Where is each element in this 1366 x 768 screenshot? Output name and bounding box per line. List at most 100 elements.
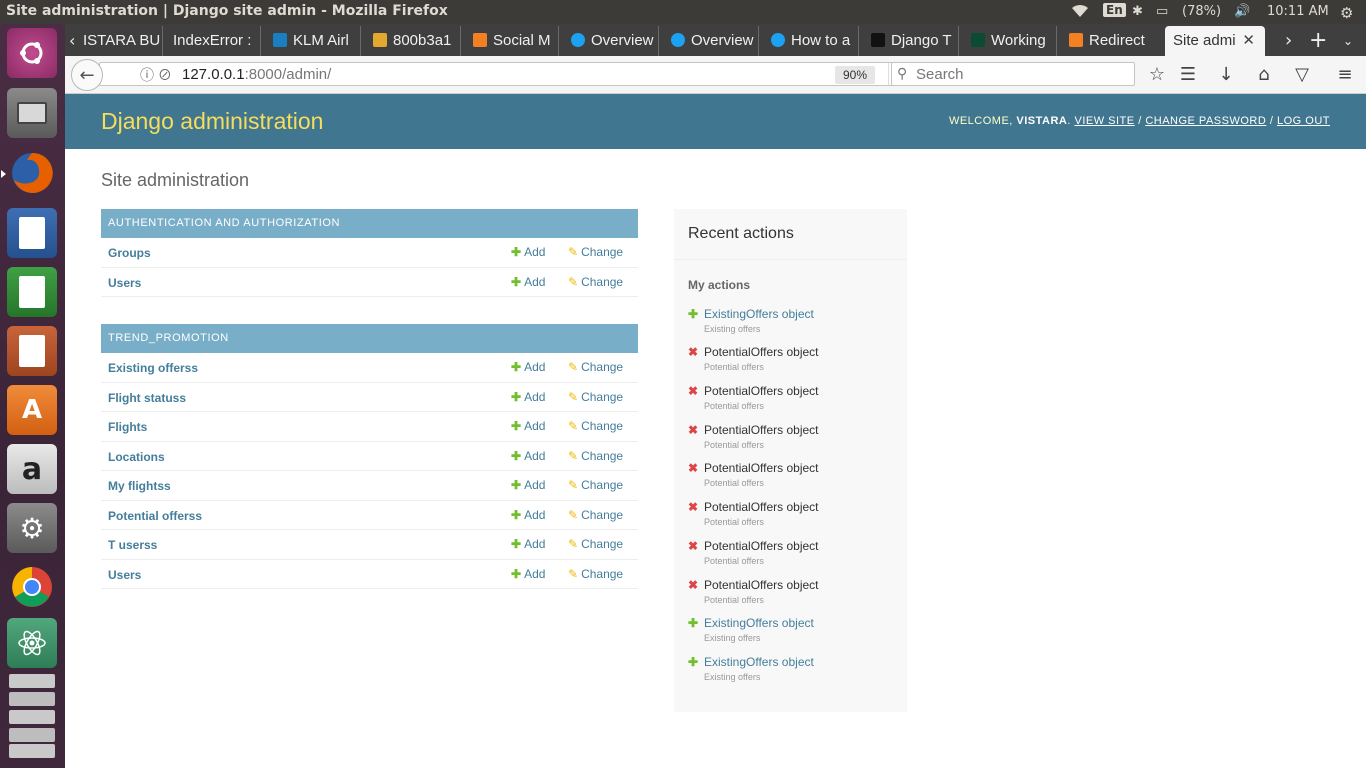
add-link[interactable]: ✚ Add: [511, 390, 545, 404]
model-link[interactable]: Groups: [108, 246, 151, 260]
tab-klm[interactable]: KLM Airl: [263, 26, 361, 56]
tab-label: IndexError :: [173, 32, 252, 49]
add-link[interactable]: ✚ Add: [511, 275, 545, 289]
zoom-level[interactable]: 90%: [835, 66, 875, 84]
view-site-link[interactable]: VIEW SITE: [1075, 115, 1135, 127]
change-link[interactable]: ✎ Change: [568, 567, 623, 581]
gear-icon[interactable]: ⚙: [1340, 4, 1353, 22]
tab-istara[interactable]: ISTARA BU: [83, 26, 163, 56]
bookmark-star-icon[interactable]: ☆: [1146, 64, 1168, 85]
change-link[interactable]: ✎ Change: [568, 419, 623, 433]
close-tab-icon[interactable]: ✕: [1242, 26, 1255, 56]
pocket-icon[interactable]: ▽: [1291, 64, 1313, 85]
change-link[interactable]: ✎ Change: [568, 537, 623, 551]
tab-scroll-left-icon[interactable]: ‹: [69, 26, 75, 56]
change-link[interactable]: ✎ Change: [568, 275, 623, 289]
tab-overview-1[interactable]: Overview: [561, 26, 659, 56]
reading-list-icon[interactable]: ☰: [1177, 64, 1199, 85]
url-bar[interactable]: ⓘ ⊘ 127.0.0.1:8000/admin/ 90% ↻: [99, 62, 919, 86]
add-link[interactable]: ✚ Add: [511, 419, 545, 433]
add-link[interactable]: ✚ Add: [511, 567, 545, 581]
tab-working[interactable]: Working: [961, 26, 1057, 56]
tab-label: Overview: [691, 32, 754, 49]
model-link[interactable]: Flights: [108, 420, 147, 434]
new-tab-icon[interactable]: +: [1309, 26, 1327, 56]
pencil-icon: ✎: [568, 245, 579, 259]
firefox-icon[interactable]: [1, 148, 57, 198]
add-link[interactable]: ✚ Add: [511, 537, 545, 551]
change-link[interactable]: ✎ Change: [568, 449, 623, 463]
add-link[interactable]: ✚ Add: [511, 508, 545, 522]
download-icon[interactable]: ↓: [1215, 64, 1237, 85]
module-caption[interactable]: TREND_PROMOTION: [101, 324, 638, 353]
hamburger-menu-icon[interactable]: ≡: [1334, 64, 1356, 85]
volume-icon[interactable]: 🔊: [1234, 4, 1250, 19]
software-center-icon[interactable]: A: [7, 385, 57, 435]
module-caption[interactable]: AUTHENTICATION AND AUTHORIZATION: [101, 209, 638, 238]
plus-icon: ✚: [688, 616, 699, 630]
amazon-icon[interactable]: a: [7, 444, 57, 494]
model-link[interactable]: Existing offerss: [108, 361, 198, 375]
tab-indexerror[interactable]: IndexError :: [165, 26, 261, 56]
tab-overview-2[interactable]: Overview: [661, 26, 759, 56]
add-link[interactable]: ✚ Add: [511, 360, 545, 374]
change-link[interactable]: ✎ Change: [568, 478, 623, 492]
back-button[interactable]: ←: [71, 59, 103, 91]
add-link[interactable]: ✚ Add: [511, 449, 545, 463]
model-link[interactable]: Users: [108, 276, 141, 290]
recent-action-link[interactable]: ExistingOffers object: [704, 655, 814, 669]
add-link[interactable]: ✚ Add: [511, 478, 545, 492]
writer-icon[interactable]: [7, 208, 57, 258]
clock[interactable]: 10:11 AM: [1267, 4, 1329, 19]
ubuntu-dash-icon[interactable]: [7, 28, 57, 78]
tab-django-tutorial[interactable]: Django T: [861, 26, 959, 56]
model-link[interactable]: T userss: [108, 538, 157, 552]
change-link[interactable]: ✎ Change: [568, 390, 623, 404]
chrome-icon[interactable]: [7, 562, 57, 612]
logout-link[interactable]: LOG OUT: [1277, 115, 1330, 127]
impress-icon[interactable]: [7, 326, 57, 376]
calc-icon[interactable]: [7, 267, 57, 317]
change-link[interactable]: ✎ Change: [568, 508, 623, 522]
recent-action-link[interactable]: ExistingOffers object: [704, 307, 814, 321]
model-link[interactable]: Locations: [108, 450, 165, 464]
tab-site-admin[interactable]: Site admi ✕: [1165, 26, 1265, 56]
recent-action-name: PotentialOffers object: [704, 384, 819, 398]
recent-action-link[interactable]: ExistingOffers object: [704, 616, 814, 630]
keyboard-layout-indicator[interactable]: En: [1103, 3, 1126, 17]
chevron-down-icon[interactable]: ⌄: [1343, 26, 1353, 56]
username: VISTARA: [1016, 115, 1068, 127]
home-icon[interactable]: ⌂: [1253, 64, 1275, 85]
site-branding[interactable]: Django administration: [101, 108, 323, 135]
model-link[interactable]: Flight statuss: [108, 391, 186, 405]
change-link[interactable]: ✎ Change: [568, 245, 623, 259]
files-icon[interactable]: [7, 88, 57, 138]
recent-action-type: Existing offers: [704, 324, 761, 334]
battery-icon[interactable]: ▭: [1156, 4, 1168, 19]
twitter-icon: [771, 33, 785, 47]
site-info-icon[interactable]: ⓘ ⊘: [140, 65, 172, 85]
change-label: Change: [581, 507, 624, 522]
delete-x-icon: ✖: [688, 345, 699, 359]
pencil-icon: ✎: [568, 419, 579, 433]
search-input[interactable]: ⚲ Search: [891, 62, 1135, 86]
system-settings-icon[interactable]: ⚙: [7, 503, 57, 553]
search-placeholder: Search: [916, 66, 964, 83]
wifi-icon[interactable]: [1070, 4, 1090, 22]
atom-icon[interactable]: [7, 618, 57, 668]
change-password-link[interactable]: CHANGE PASSWORD: [1145, 115, 1266, 127]
model-link[interactable]: Potential offerss: [108, 509, 202, 523]
model-link[interactable]: Users: [108, 568, 141, 582]
bluetooth-icon[interactable]: ✱: [1132, 4, 1143, 19]
tab-social[interactable]: Social M: [463, 26, 559, 56]
url-text[interactable]: 127.0.0.1:8000/admin/: [182, 66, 331, 83]
workspaces-icon[interactable]: [7, 674, 57, 758]
window-title: Site administration | Django site admin …: [6, 3, 448, 19]
tab-800b3a1[interactable]: 800b3a1: [363, 26, 461, 56]
tab-redirect[interactable]: Redirect: [1059, 26, 1159, 56]
tab-scroll-right-icon[interactable]: ›: [1285, 26, 1292, 56]
model-link[interactable]: My flightss: [108, 479, 171, 493]
add-link[interactable]: ✚ Add: [511, 245, 545, 259]
change-link[interactable]: ✎ Change: [568, 360, 623, 374]
tab-how-to[interactable]: How to a: [761, 26, 859, 56]
